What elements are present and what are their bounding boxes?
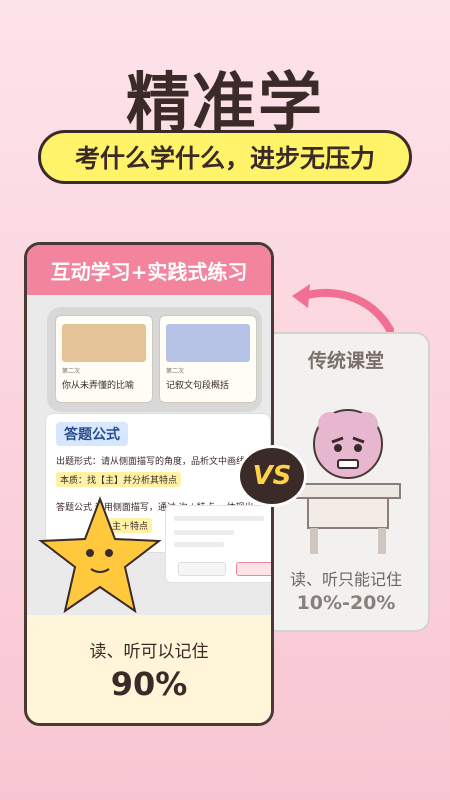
interactive-card-header: 互动学习+实践式练习 (27, 245, 271, 295)
lesson-image (166, 324, 250, 362)
interactive-stat: 90% (110, 665, 188, 703)
curved-arrow-icon (292, 284, 394, 334)
subtitle-pill: 考什么学什么，进步无压力 (38, 130, 412, 184)
traditional-title: 传统课堂 (307, 350, 384, 372)
formula-tag: 答题公式 (56, 422, 128, 446)
lesson-label: 你从未弄懂的比喻 (62, 381, 135, 391)
vs-label: VS (252, 461, 292, 491)
vs-badge: VS (240, 448, 304, 504)
lesson-kicker: 第二次 (62, 368, 81, 375)
lesson-card[interactable]: 第二次 你从未弄懂的比喻 (55, 315, 153, 403)
quiz-card (165, 505, 271, 583)
traditional-stat: 10%-20% (296, 592, 396, 614)
interactive-card-body: 第二次 你从未弄懂的比喻 第二次 记叙文句段概括 答题公式 出题形式：请从侧面描… (27, 295, 271, 615)
lesson-label: 记叙文句段概括 (166, 381, 230, 391)
lesson-kicker: 第二次 (166, 368, 185, 375)
traditional-caption: 读、听只能记住 (289, 570, 402, 589)
bored-student-illustration (295, 409, 401, 554)
interactive-learning-card: 互动学习+实践式练习 第二次 你从未弄懂的比喻 第二次 记叙文句段概括 答题公式… (24, 242, 274, 726)
formula-line: 本质：找【主】并分析其特点 (56, 472, 182, 487)
interactive-caption: 读、听可以记住 (89, 642, 209, 662)
interactive-card-footer: 读、听可以记住 90% (27, 615, 271, 723)
lesson-image (62, 324, 146, 362)
star-mascot-icon (38, 496, 162, 614)
subtitle-text: 考什么学什么，进步无压力 (74, 144, 375, 173)
lesson-panel: 第二次 你从未弄懂的比喻 第二次 记叙文句段概括 (47, 307, 262, 412)
lesson-card[interactable]: 第二次 记叙文句段概括 (159, 315, 257, 403)
